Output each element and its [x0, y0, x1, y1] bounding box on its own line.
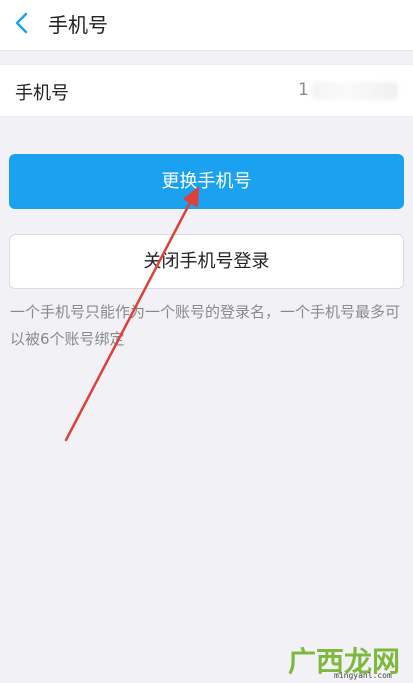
page-title: 手机号 — [48, 13, 108, 37]
help-note: 一个手机号只能作为一个账号的登录名，一个手机号最多可以被6个账号绑定 — [10, 303, 401, 348]
top-bar: 手机号 — [0, 0, 413, 51]
chevron-left-icon[interactable] — [10, 11, 34, 35]
change-phone-button[interactable]: 更换手机号 — [9, 154, 404, 209]
phone-number-row: 手机号 1 — [0, 64, 413, 117]
redacted-phone-blur — [312, 82, 398, 100]
watermark-url: mingyanl.com — [334, 671, 392, 680]
phone-number-label: 手机号 — [15, 83, 69, 104]
phone-number-value: 1 — [298, 80, 309, 100]
disable-phone-login-button[interactable]: 关闭手机号登录 — [9, 234, 404, 289]
